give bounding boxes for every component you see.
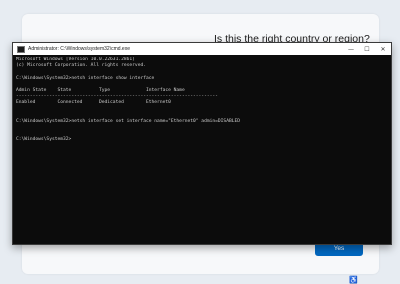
close-icon[interactable]: ✕ bbox=[375, 43, 391, 55]
accessibility-icon[interactable]: ♿ bbox=[349, 276, 358, 284]
cmd-console-output[interactable]: Microsoft Windows [Version 10.0.22631.28… bbox=[16, 57, 383, 242]
cmd-window[interactable]: Administrator: C:\Windows\system32\cmd.e… bbox=[12, 42, 392, 245]
cmd-app-icon bbox=[17, 45, 25, 53]
cmd-titlebar[interactable]: Administrator: C:\Windows\system32\cmd.e… bbox=[13, 43, 391, 55]
window-controls: — ☐ ✕ bbox=[343, 43, 391, 55]
console-prompt-line: C:\Windows\System32> bbox=[16, 137, 72, 143]
maximize-icon[interactable]: ☐ bbox=[359, 43, 375, 55]
cmd-scrollbar[interactable] bbox=[387, 57, 390, 243]
minimize-icon[interactable]: — bbox=[343, 43, 359, 55]
cmd-window-title: Administrator: C:\Windows\system32\cmd.e… bbox=[28, 46, 130, 52]
